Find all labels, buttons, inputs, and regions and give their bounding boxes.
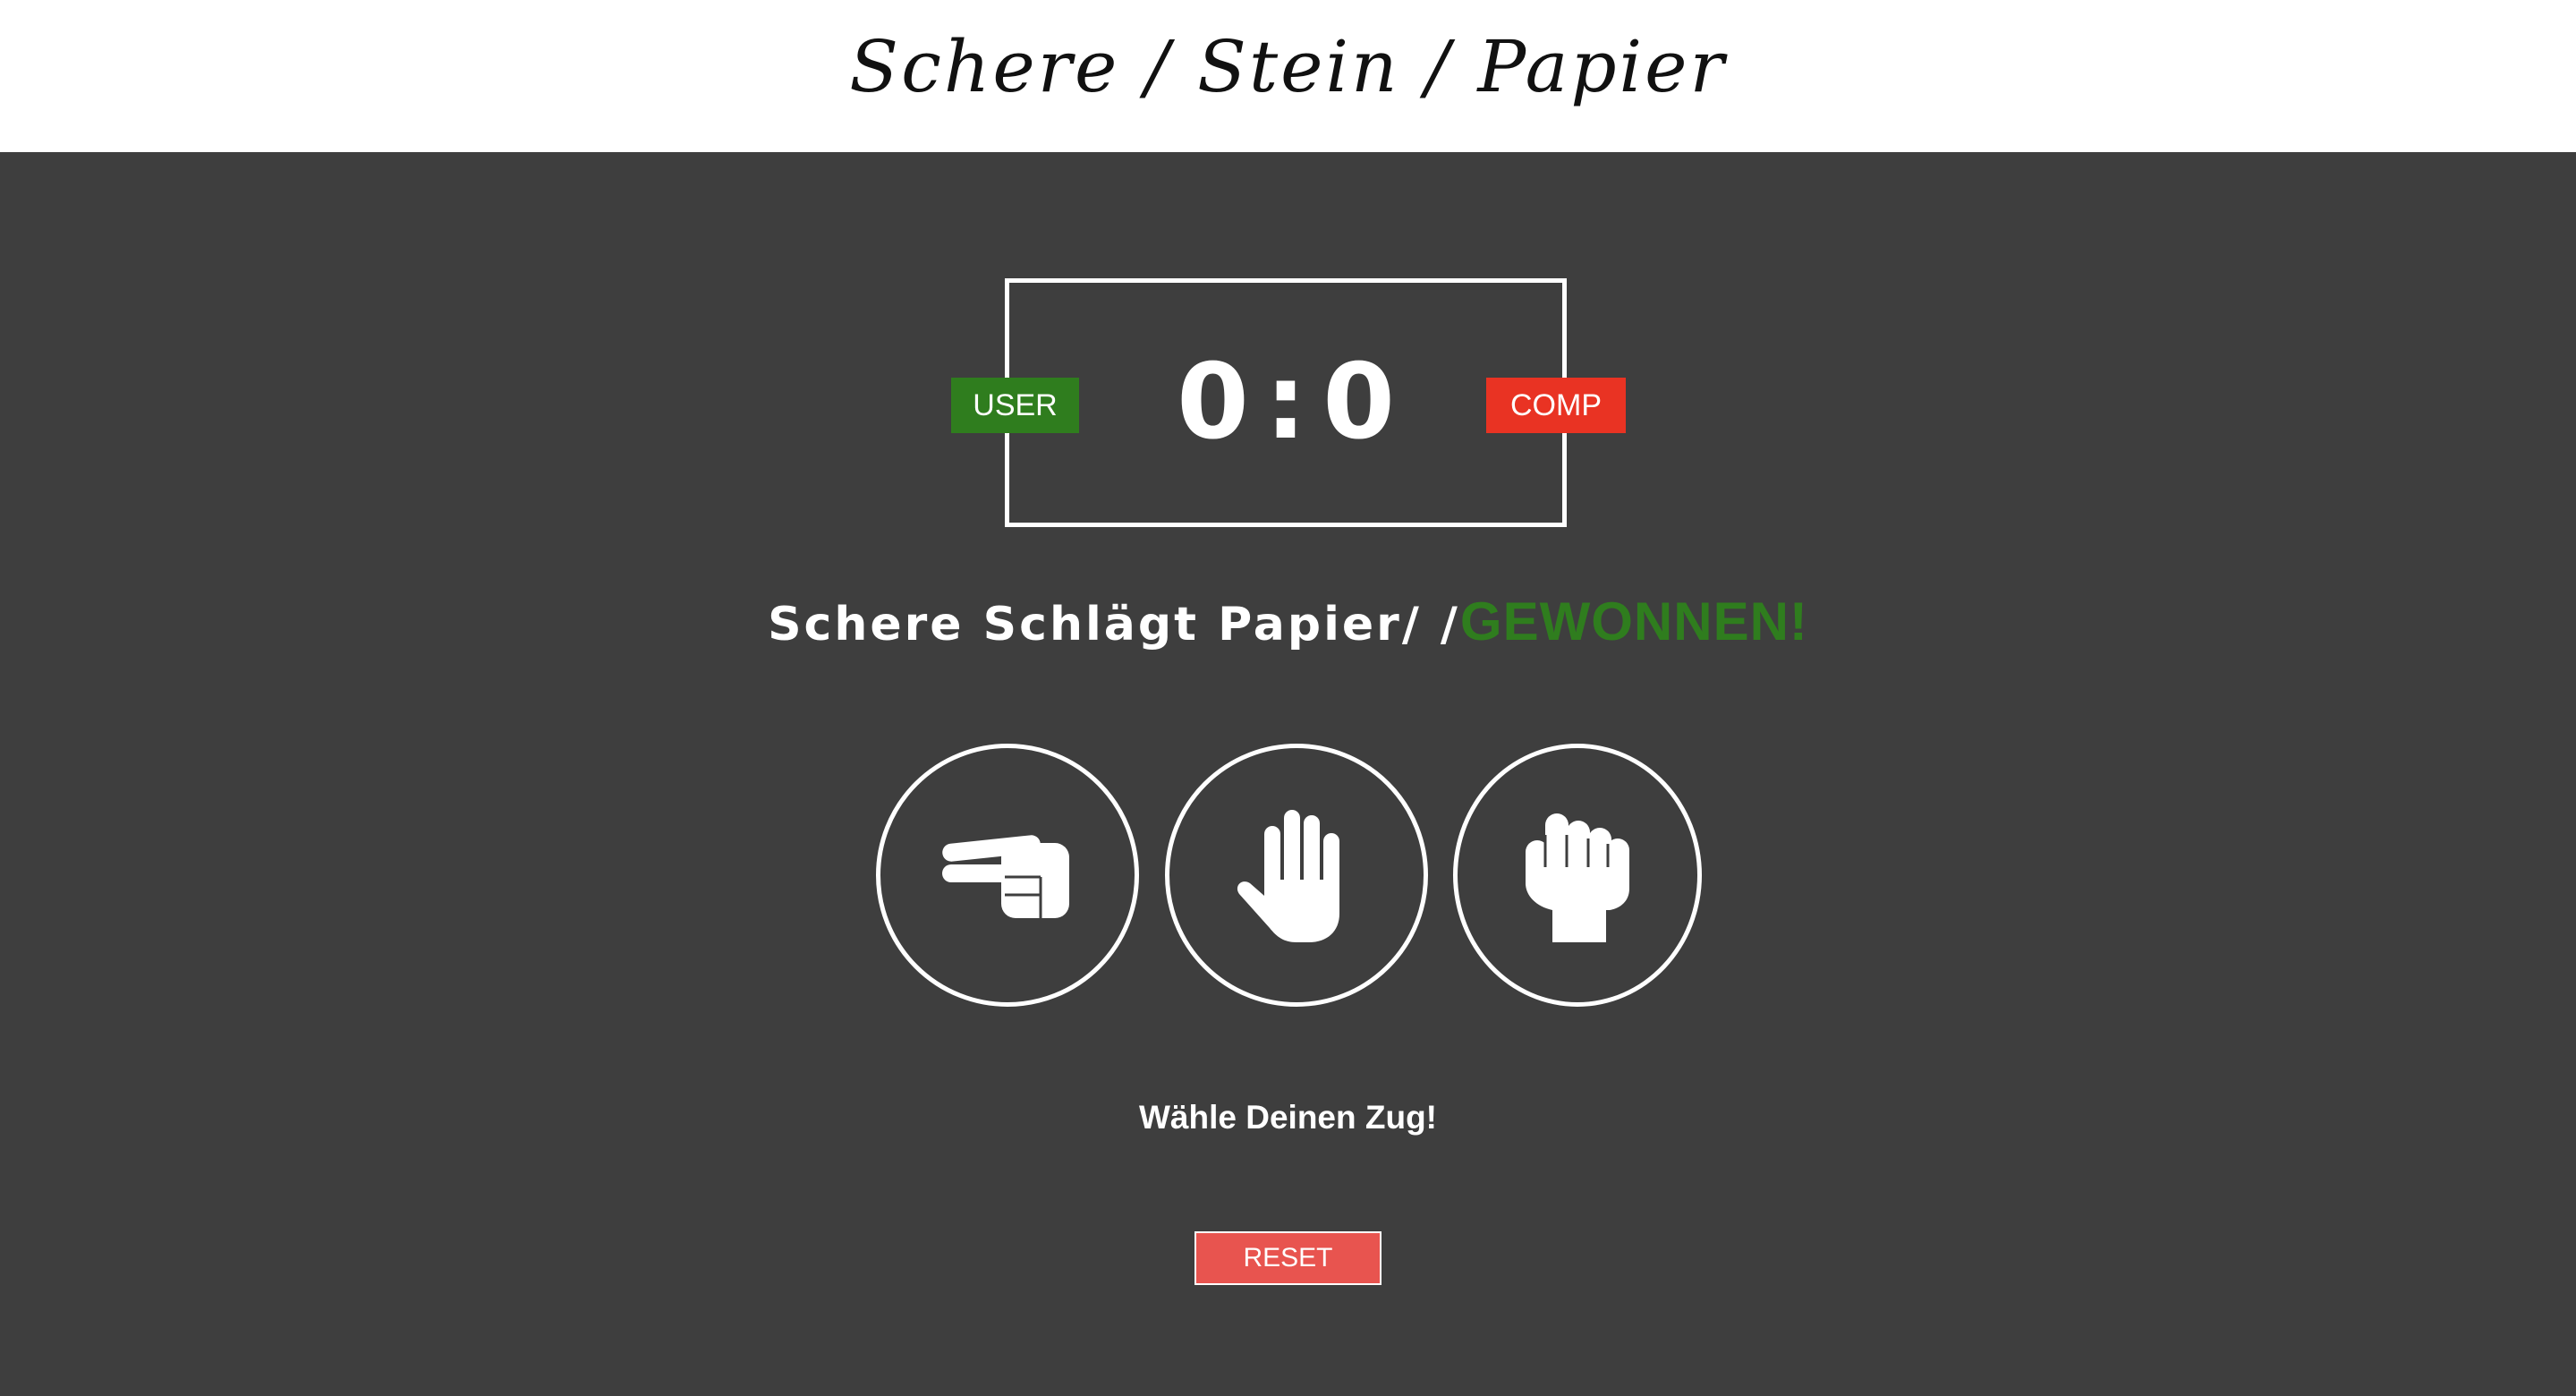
hand-paper-icon — [1237, 810, 1339, 942]
score-display: 0:0 — [1005, 340, 1567, 465]
hand-scissors-icon — [942, 835, 1069, 918]
user-score: 0 — [1177, 342, 1249, 463]
result-message: Schere Schlägt Papier/ /GEWONNEN! — [0, 591, 2576, 652]
score-separator: : — [1264, 342, 1307, 463]
page-title: Schere / Stein / Papier — [849, 25, 1727, 108]
scissors-button[interactable] — [876, 744, 1139, 1007]
rock-button[interactable] — [1453, 744, 1702, 1007]
paper-button[interactable] — [1165, 744, 1428, 1007]
page-header: Schere / Stein / Papier — [0, 0, 2576, 152]
hand-rock-icon — [1526, 813, 1629, 942]
result-text: Schere Schlägt Papier/ / — [768, 598, 1460, 651]
result-outcome: GEWONNEN! — [1459, 592, 1808, 651]
reset-button[interactable]: RESET — [1194, 1231, 1382, 1285]
comp-score: 0 — [1322, 342, 1395, 463]
move-prompt: Wähle Deinen Zug! — [1139, 1099, 1437, 1136]
